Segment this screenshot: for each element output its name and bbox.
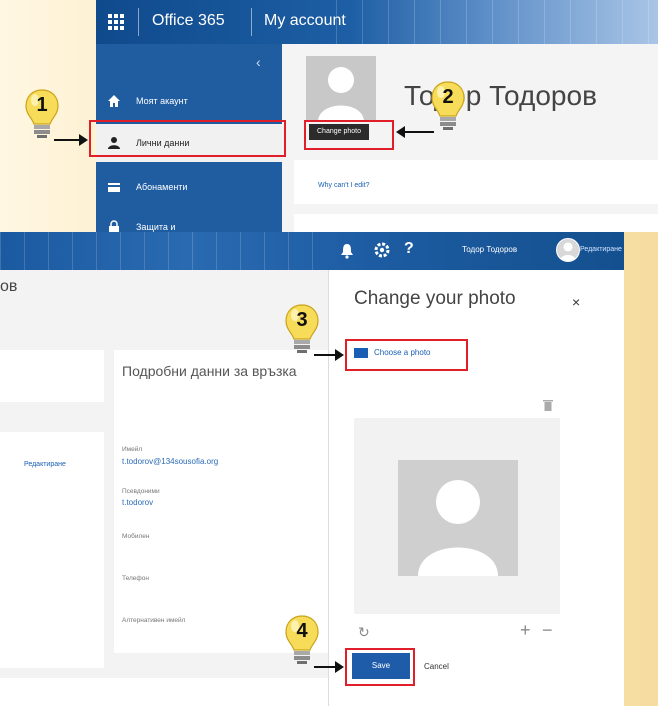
sidebar-item-my-account[interactable]: Моят акаунт	[96, 82, 282, 120]
gear-icon[interactable]	[374, 242, 390, 258]
help-icon[interactable]: ?	[404, 240, 414, 258]
home-icon	[108, 95, 120, 107]
zoom-out-icon[interactable]: −	[542, 620, 553, 641]
edit-link[interactable]: Редактиране	[24, 461, 66, 468]
mobile-label: Мобилен	[122, 533, 150, 540]
avatar[interactable]	[306, 56, 376, 122]
sidebar-item-label: Защита и	[136, 222, 176, 232]
email-label: Имейл	[122, 446, 143, 453]
callout-bulb-2: 2	[430, 80, 466, 132]
screenshot-account-page: Office 365 My account ‹ Моят акаунт Личн…	[96, 0, 658, 232]
lock-icon	[109, 220, 119, 232]
card-icon	[108, 183, 120, 192]
bell-icon[interactable]	[340, 243, 354, 259]
trash-icon[interactable]	[542, 398, 554, 412]
phone-label: Телефон	[122, 575, 149, 582]
alias-label: Псевдоними	[122, 488, 160, 495]
chevron-left-icon[interactable]: ‹	[256, 54, 261, 70]
photo-preview[interactable]	[398, 460, 518, 576]
top-app-bar: Office 365 My account	[96, 0, 658, 44]
highlight-personal-info	[89, 120, 286, 157]
callout-number: 2	[442, 86, 454, 108]
callout-bulb-1: 1	[24, 88, 60, 140]
rotate-icon[interactable]: ↻	[358, 624, 370, 641]
callout-bulb-3: 3	[284, 303, 320, 355]
info-card	[0, 350, 104, 402]
callout-number: 4	[296, 620, 308, 642]
person-placeholder-icon	[418, 480, 498, 576]
divider	[251, 8, 252, 36]
arrow-right	[314, 661, 344, 673]
person-placeholder-icon	[560, 242, 576, 261]
email-value[interactable]: t.todorov@134sousofia.org	[122, 457, 218, 466]
panel-title: Change your photo	[354, 288, 516, 309]
sidebar-item-label: Моят акаунт	[136, 96, 188, 106]
divider	[138, 8, 139, 36]
edit-link[interactable]: Редактиране	[580, 246, 622, 253]
callout-number: 3	[296, 309, 308, 331]
user-name-heading: ов	[0, 278, 18, 295]
cancel-button[interactable]: Cancel	[424, 662, 449, 671]
close-icon[interactable]: ×	[572, 294, 580, 310]
person-placeholder-icon	[318, 67, 364, 122]
alt-email-label: Алтернативен имейл	[122, 617, 186, 624]
brand-title[interactable]: Office 365	[152, 12, 225, 30]
top-app-bar: ? Тодор Тодоров Редактиране	[0, 232, 624, 270]
highlight-save	[345, 648, 415, 686]
contact-details-title: Подробни данни за връзка	[122, 363, 297, 379]
highlight-change-photo	[304, 120, 394, 150]
section-title: My account	[264, 12, 346, 29]
callout-number: 1	[36, 94, 48, 116]
sidebar-item-subscriptions[interactable]: Абонаменти	[96, 168, 282, 206]
callout-bulb-4: 4	[284, 614, 320, 666]
highlight-choose-photo	[345, 339, 468, 371]
info-card	[0, 678, 328, 706]
why-cant-edit-link[interactable]: Why can't I edit?	[318, 182, 370, 189]
arrow-left	[396, 126, 434, 138]
sidebar-item-label: Абонаменти	[136, 182, 188, 192]
app-launcher-icon[interactable]	[108, 14, 124, 30]
sidebar-item-security[interactable]: Защита и	[96, 208, 282, 232]
avatar[interactable]	[556, 238, 580, 262]
info-card	[294, 214, 658, 232]
user-name-label[interactable]: Тодор Тодоров	[462, 245, 517, 254]
alias-value: t.todorov	[122, 498, 154, 507]
zoom-in-icon[interactable]: +	[520, 620, 531, 641]
